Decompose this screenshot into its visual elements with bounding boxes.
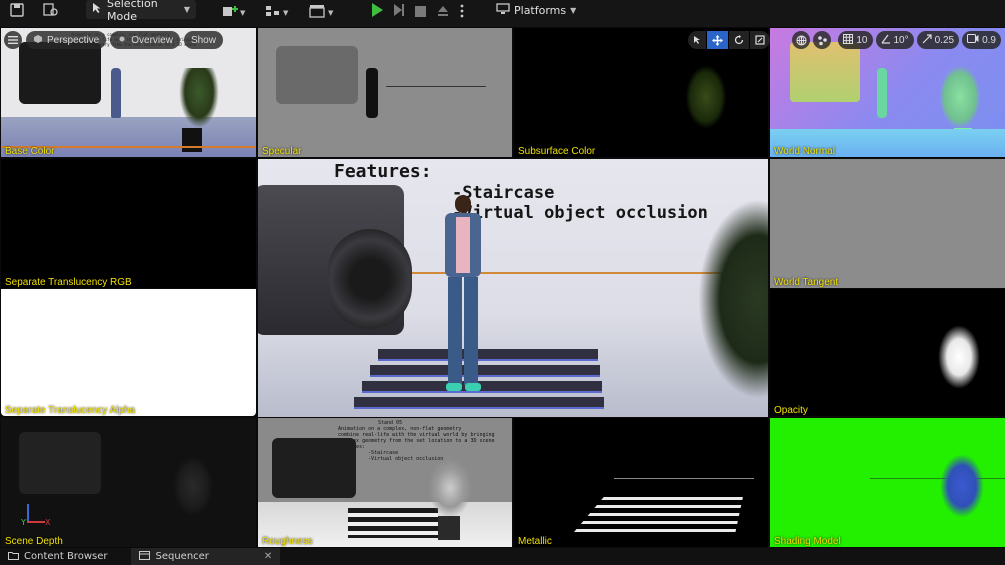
grid-icon bbox=[843, 33, 854, 47]
cube-icon bbox=[33, 34, 43, 47]
buffer-tile-specular[interactable]: Specular bbox=[258, 28, 512, 157]
source-control-icon[interactable] bbox=[43, 1, 59, 19]
person-figure bbox=[443, 195, 483, 395]
buffer-label: World Tangent bbox=[774, 277, 839, 288]
stop-icon[interactable] bbox=[414, 2, 427, 20]
chevron-down-icon: ▼ bbox=[183, 5, 190, 14]
surface-snap-icon[interactable] bbox=[813, 31, 832, 49]
platforms-icon bbox=[496, 2, 510, 18]
chevron-down-icon: ▼ bbox=[570, 5, 577, 15]
features-heading: Features: bbox=[334, 161, 432, 182]
axis-gizmo: Y X bbox=[21, 504, 53, 530]
buffer-tile-roughness[interactable]: Stand 05 Animation on a complex, non-fla… bbox=[258, 418, 512, 547]
buffer-tile-separate-translucency-alpha[interactable]: Separate Translucency Alpha bbox=[1, 289, 256, 416]
perspective-button[interactable]: Perspective bbox=[26, 31, 107, 49]
angle-icon bbox=[881, 34, 891, 47]
bottom-tab-bar: Content Browser Sequencer ✕ bbox=[0, 548, 1005, 565]
buffer-label: Roughness bbox=[262, 536, 313, 547]
video-camera-icon bbox=[967, 34, 979, 46]
more-options-icon[interactable] bbox=[459, 2, 465, 20]
occlusion-text: -Virtual object occlusion bbox=[452, 203, 708, 223]
play-icon[interactable] bbox=[369, 1, 385, 19]
viewport-snap-bar: 10 10° 0.25 0.9 bbox=[792, 31, 1001, 49]
select-tool-icon[interactable] bbox=[688, 31, 706, 49]
buffer-tile-metallic[interactable]: Metallic bbox=[514, 418, 768, 547]
svg-text:▼: ▼ bbox=[240, 9, 246, 17]
platforms-label: Platforms bbox=[514, 3, 567, 17]
buffer-tile-opacity[interactable]: Opacity bbox=[770, 289, 1005, 416]
scale-tool-icon[interactable] bbox=[750, 31, 770, 49]
grid-snap-toggle[interactable]: 10 bbox=[838, 31, 873, 49]
buffer-tile-shading-model[interactable]: Shading Model bbox=[770, 418, 1005, 547]
sequencer-icon bbox=[139, 550, 151, 563]
buffer-label: Specular bbox=[262, 146, 302, 157]
level-viewport[interactable]: Animation on a complex, non-flat geometr… bbox=[0, 27, 1005, 548]
sun-icon bbox=[117, 34, 127, 47]
axis-y-label: Y bbox=[21, 518, 26, 527]
buffer-tile-world-tangent[interactable]: World Tangent bbox=[770, 159, 1005, 288]
scale-arrow-icon bbox=[922, 33, 932, 47]
axis-x-label: X bbox=[45, 518, 51, 527]
folder-icon bbox=[8, 551, 19, 563]
buffer-tile-scene-depth[interactable]: Y X Scene Depth bbox=[1, 418, 256, 547]
selection-mode-label: Selection Mode bbox=[107, 0, 158, 23]
rotation-snap-toggle[interactable]: 10° bbox=[875, 31, 914, 49]
selection-mode-dropdown[interactable]: Selection Mode ▼ bbox=[86, 0, 196, 23]
main-preview[interactable]: Features: -Staircase -Virtual object occ… bbox=[258, 159, 768, 417]
eject-icon[interactable] bbox=[436, 2, 450, 20]
save-icon[interactable] bbox=[10, 1, 24, 19]
cinematics-icon[interactable]: ▼ bbox=[309, 2, 337, 20]
show-button[interactable]: Show bbox=[183, 31, 223, 49]
add-actor-icon[interactable]: ▼ bbox=[222, 2, 246, 20]
move-tool-icon[interactable] bbox=[707, 31, 728, 49]
buffer-label: Shading Model bbox=[774, 536, 841, 547]
buffer-label: Opacity bbox=[774, 405, 808, 416]
transform-tools bbox=[688, 31, 770, 49]
cursor-icon bbox=[92, 2, 102, 17]
close-icon[interactable]: ✕ bbox=[264, 551, 272, 562]
rotate-tool-icon[interactable] bbox=[729, 31, 749, 49]
buffer-label: Scene Depth bbox=[5, 536, 63, 547]
platforms-dropdown[interactable]: Platforms ▼ bbox=[496, 1, 576, 19]
buffer-tile-separate-translucency-rgb[interactable]: Separate Translucency RGB bbox=[1, 159, 256, 288]
main-toolbar: Selection Mode ▼ ▼ ▼ ▼ Platforms ▼ bbox=[0, 0, 1005, 23]
buffer-label: Separate Translucency RGB bbox=[5, 277, 132, 288]
camera-speed-button[interactable]: 0.9 bbox=[962, 31, 1001, 49]
overview-button[interactable]: Overview bbox=[110, 31, 180, 49]
tab-sequencer[interactable]: Sequencer ✕ bbox=[131, 548, 281, 565]
tab-content-browser[interactable]: Content Browser bbox=[0, 548, 115, 565]
buffer-label: Separate Translucency Alpha bbox=[5, 405, 136, 416]
scale-snap-toggle[interactable]: 0.25 bbox=[916, 31, 960, 49]
blueprint-icon[interactable]: ▼ bbox=[265, 2, 293, 20]
viewport-options-bar: Perspective Overview Show bbox=[4, 31, 223, 49]
unreal-editor: Selection Mode ▼ ▼ ▼ ▼ Platforms ▼ 3D Ba… bbox=[0, 0, 1005, 565]
world-local-icon[interactable] bbox=[792, 31, 811, 49]
buffer-label: World Normal bbox=[774, 146, 835, 157]
buffer-label: Metallic bbox=[518, 536, 552, 547]
step-forward-icon[interactable] bbox=[392, 1, 406, 19]
svg-text:▼: ▼ bbox=[328, 9, 334, 17]
svg-text:▼: ▼ bbox=[283, 9, 289, 17]
hamburger-menu-icon[interactable] bbox=[4, 31, 22, 49]
buffer-label: Base Color bbox=[5, 146, 55, 157]
buffer-label: Subsurface Color bbox=[518, 146, 596, 157]
